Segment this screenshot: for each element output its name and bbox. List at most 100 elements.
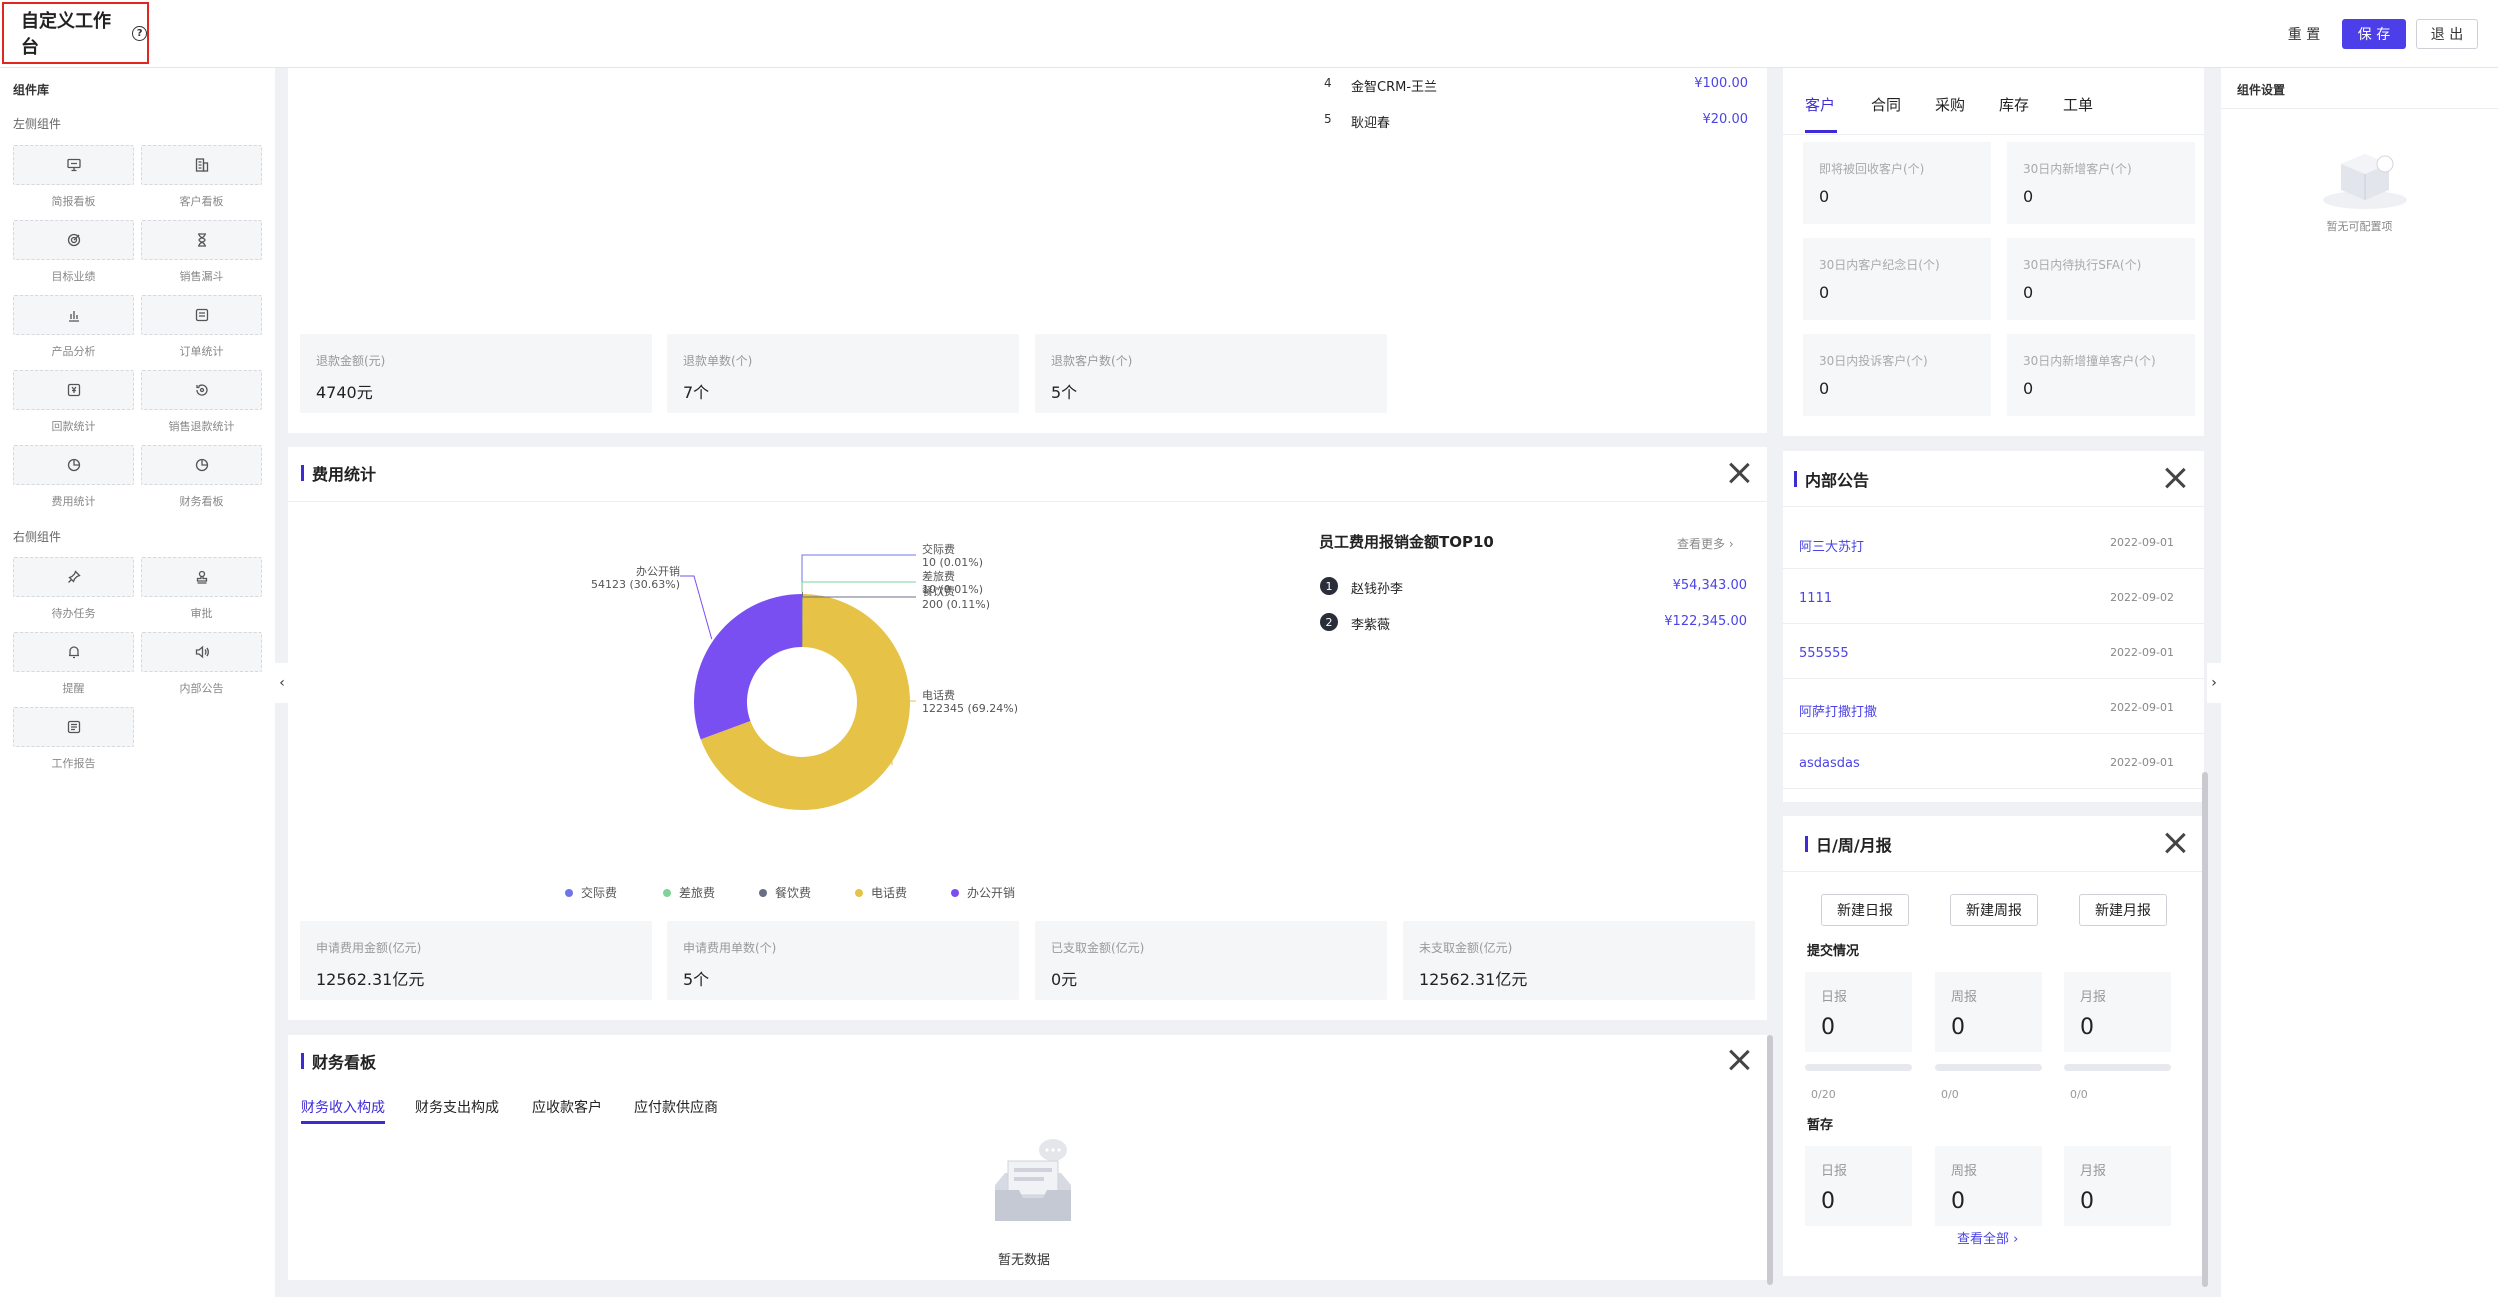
announcement-item[interactable]: 阿三大苏打 2022-09-01 <box>1783 514 2204 569</box>
empty-box-icon <box>995 1139 1071 1221</box>
legend-item[interactable]: 办公开销 <box>951 884 1015 901</box>
tab-customer-3[interactable]: 库存 <box>1999 94 2029 115</box>
component-tile-box[interactable] <box>13 557 134 597</box>
announcement-item[interactable]: 1111 2022-09-02 <box>1783 569 2204 624</box>
component-tile-box[interactable] <box>13 295 134 335</box>
title-accent <box>301 465 304 481</box>
pie-label-value: 122345 (69.24%) <box>922 702 1018 715</box>
component-tile-box[interactable] <box>13 632 134 672</box>
customer-stat: 30日内待执行SFA(个) 0 <box>2007 238 2195 320</box>
tab-receivable-customers[interactable]: 应收款客户 <box>532 1097 602 1117</box>
exit-button[interactable]: 退 出 <box>2416 19 2478 49</box>
component-tile-box[interactable] <box>13 707 134 747</box>
new-monthly-report-button[interactable]: 新建月报 <box>2079 894 2167 926</box>
announcement-date: 2022-09-02 <box>2110 591 2174 604</box>
new-daily-report-button[interactable]: 新建日报 <box>1821 894 1909 926</box>
stat-apply-count: 申请费用单数(个) 5个 <box>667 921 1019 1000</box>
component-tile-label: 订单统计 <box>179 345 224 358</box>
submit-progress-text: 0/20 <box>1811 1088 1836 1101</box>
pie-slice[interactable] <box>694 594 802 740</box>
announcement-date: 2022-09-01 <box>2110 756 2174 769</box>
announcement-name[interactable]: asdasdas <box>1799 756 1860 771</box>
rank-no: 5 <box>1324 112 1332 126</box>
target-icon <box>66 232 82 248</box>
tab-customer-2[interactable]: 采购 <box>1935 94 1965 115</box>
component-tile-box[interactable] <box>141 557 262 597</box>
announcement-item[interactable]: 阿萨打撒打撒 2022-09-01 <box>1783 679 2204 734</box>
component-tile-box[interactable] <box>13 445 134 485</box>
legend-item[interactable]: 餐饮费 <box>759 884 811 901</box>
announcement-name[interactable]: 1111 <box>1799 591 1832 606</box>
collapse-right-icon[interactable]: › <box>2207 663 2221 703</box>
component-tile-box[interactable] <box>13 145 134 185</box>
main-scrollbar[interactable] <box>1767 1035 1773 1285</box>
component-tile-report[interactable]: 工作报告 <box>13 707 134 771</box>
announcement-name[interactable]: 555555 <box>1799 646 1849 661</box>
top-value: ¥122,345.00 <box>1664 614 1747 629</box>
component-tile-pie[interactable]: 财务看板 <box>141 445 262 509</box>
component-tile-building[interactable]: 客户看板 <box>141 145 262 209</box>
help-icon[interactable]: ? <box>132 25 147 41</box>
component-tile-bell[interactable]: 提醒 <box>13 632 134 696</box>
right-column-scrollbar[interactable] <box>2202 772 2208 1287</box>
stat-value: 0 <box>1821 1015 1835 1040</box>
stamp-icon <box>194 569 210 585</box>
rank-value: ¥20.00 <box>1702 112 1749 127</box>
view-more-label: 查看更多 <box>1677 537 1726 551</box>
bar-chart-icon <box>66 307 82 323</box>
component-tile-box[interactable] <box>141 370 262 410</box>
collapse-left-icon[interactable]: ‹ <box>275 663 289 703</box>
stat-label: 30日内客户纪念日(个) <box>1819 258 1940 272</box>
announcement-name[interactable]: 阿三大苏打 <box>1799 536 1864 555</box>
announcement-name[interactable]: 阿萨打撒打撒 <box>1799 701 1877 720</box>
stat-label: 30日内待执行SFA(个) <box>2023 258 2142 272</box>
announcement-item[interactable]: asdasdas 2022-09-01 <box>1783 734 2204 789</box>
component-tile-box[interactable] <box>141 632 262 672</box>
close-reports-card-icon[interactable] <box>2164 832 2186 854</box>
save-button[interactable]: 保 存 <box>2342 19 2406 49</box>
tab-finance-income[interactable]: 财务收入构成 <box>301 1097 385 1117</box>
stat-value: 0 <box>1819 283 1830 302</box>
new-weekly-report-button[interactable]: 新建周报 <box>1950 894 2038 926</box>
tab-customer-0[interactable]: 客户 <box>1805 94 1835 115</box>
close-expense-card-icon[interactable] <box>1728 462 1750 484</box>
component-tile-money[interactable]: 回款统计 <box>13 370 134 434</box>
component-tile-box[interactable] <box>141 220 262 260</box>
stat-refund-amount: 退款金额(元) 4740元 <box>300 334 652 413</box>
legend-item[interactable]: 交际费 <box>565 884 617 901</box>
component-tile-target[interactable]: 目标业绩 <box>13 220 134 284</box>
tab-finance-expense[interactable]: 财务支出构成 <box>415 1097 499 1117</box>
announcement-item[interactable]: 555555 2022-09-01 <box>1783 624 2204 679</box>
chevron-right-icon: › <box>1728 537 1734 551</box>
tab-customer-4[interactable]: 工单 <box>2063 94 2093 115</box>
component-tile-hourglass[interactable]: 销售漏斗 <box>141 220 262 284</box>
component-tile-box[interactable] <box>141 445 262 485</box>
close-announcement-card-icon[interactable] <box>2164 467 2186 489</box>
component-tile-list-doc[interactable]: 订单统计 <box>141 295 262 359</box>
component-tile-box[interactable] <box>13 370 134 410</box>
legend-item[interactable]: 电话费 <box>855 884 907 901</box>
component-tile-box[interactable] <box>141 145 262 185</box>
component-tile-box[interactable] <box>141 295 262 335</box>
component-tile-refund[interactable]: 销售退款统计 <box>141 370 262 434</box>
customer-stat: 30日内新增撞单客户(个) 0 <box>2007 334 2195 416</box>
component-tile-pie[interactable]: 费用统计 <box>13 445 134 509</box>
reports-card: 日/周/月报 新建日报 新建周报 新建月报 提交情况 日报 0 0/20 周报 0 0/0… <box>1783 816 2204 1276</box>
component-tile-pin[interactable]: 待办任务 <box>13 557 134 621</box>
tab-payable-suppliers[interactable]: 应付款供应商 <box>634 1097 718 1117</box>
legend-item[interactable]: 差旅费 <box>663 884 715 901</box>
stat-value: 0 <box>1821 1189 1835 1214</box>
reset-button[interactable]: 重 置 <box>2276 19 2332 49</box>
expense-title: 费用统计 <box>312 465 377 484</box>
component-tile-stamp[interactable]: 审批 <box>141 557 262 621</box>
component-tile-box[interactable] <box>13 220 134 260</box>
component-tile-speaker[interactable]: 内部公告 <box>141 632 262 696</box>
report-icon <box>66 719 82 735</box>
view-more-link[interactable]: 查看更多 › <box>1677 535 1734 552</box>
tab-customer-1[interactable]: 合同 <box>1871 94 1901 115</box>
component-tile-bar-chart[interactable]: 产品分析 <box>13 295 134 359</box>
close-finance-card-icon[interactable] <box>1728 1049 1750 1071</box>
component-tile-presentation[interactable]: 简报看板 <box>13 145 134 209</box>
view-all-link[interactable]: 查看全部 › <box>1957 1228 2018 1247</box>
rank-badge: 1 <box>1320 577 1338 595</box>
